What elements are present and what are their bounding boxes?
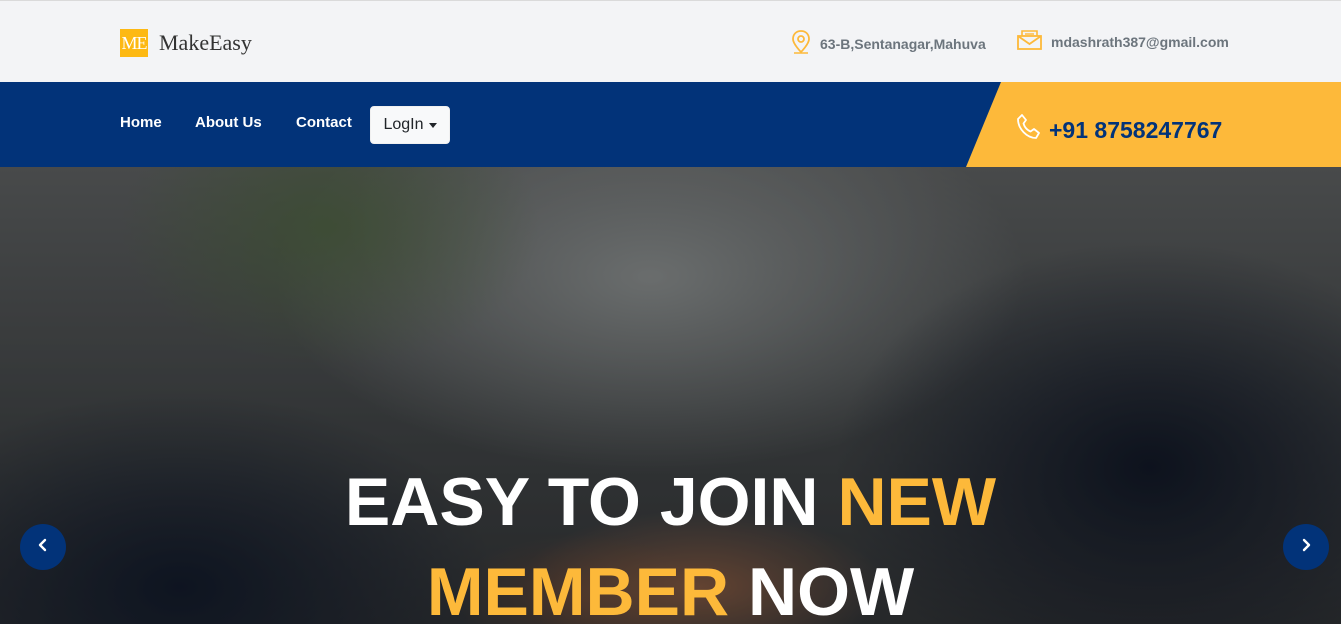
carousel-prev-button[interactable] [20,524,66,570]
envelope-icon [1016,29,1051,54]
hero-title: EASY TO JOIN NEW MEMBER NOW [0,457,1341,624]
brand-name: MakeEasy [159,30,252,55]
email-text[interactable]: mdashrath387@gmail.com [1051,34,1229,50]
hero-line1-highlight: NEW [837,464,997,540]
brand-logo[interactable]: ME MakeEasy [120,29,252,57]
address-info: 63-B,Sentanagar,Mahuva [790,29,986,58]
carousel-next-button[interactable] [1283,524,1329,570]
login-dropdown-button[interactable]: LogIn [370,106,450,144]
hero-line2-highlight: MEMBER [426,554,730,624]
login-label: LogIn [383,116,424,133]
nav-home[interactable]: Home [120,114,162,131]
map-pin-icon [790,29,820,58]
nav-contact[interactable]: Contact [296,114,352,131]
address-text: 63-B,Sentanagar,Mahuva [820,35,986,52]
hero-line2-white: NOW [729,554,915,624]
phone-info[interactable]: +91 8758247767 [1014,112,1222,148]
logo-mark: ME [120,29,148,57]
chevron-right-icon [1300,538,1312,557]
phone-number: +91 8758247767 [1049,116,1223,143]
chevron-left-icon [37,538,49,557]
hero-carousel: EASY TO JOIN NEW MEMBER NOW [0,167,1341,624]
top-info-bar: ME MakeEasy 63-B,Sentanagar,Mahuva mdash… [0,0,1341,82]
email-info: mdashrath387@gmail.com [1016,29,1229,54]
nav-about-us[interactable]: About Us [195,114,262,131]
caret-down-icon [428,122,437,128]
phone-icon [1014,112,1049,148]
hero-line1-white: EASY TO JOIN [344,464,838,540]
